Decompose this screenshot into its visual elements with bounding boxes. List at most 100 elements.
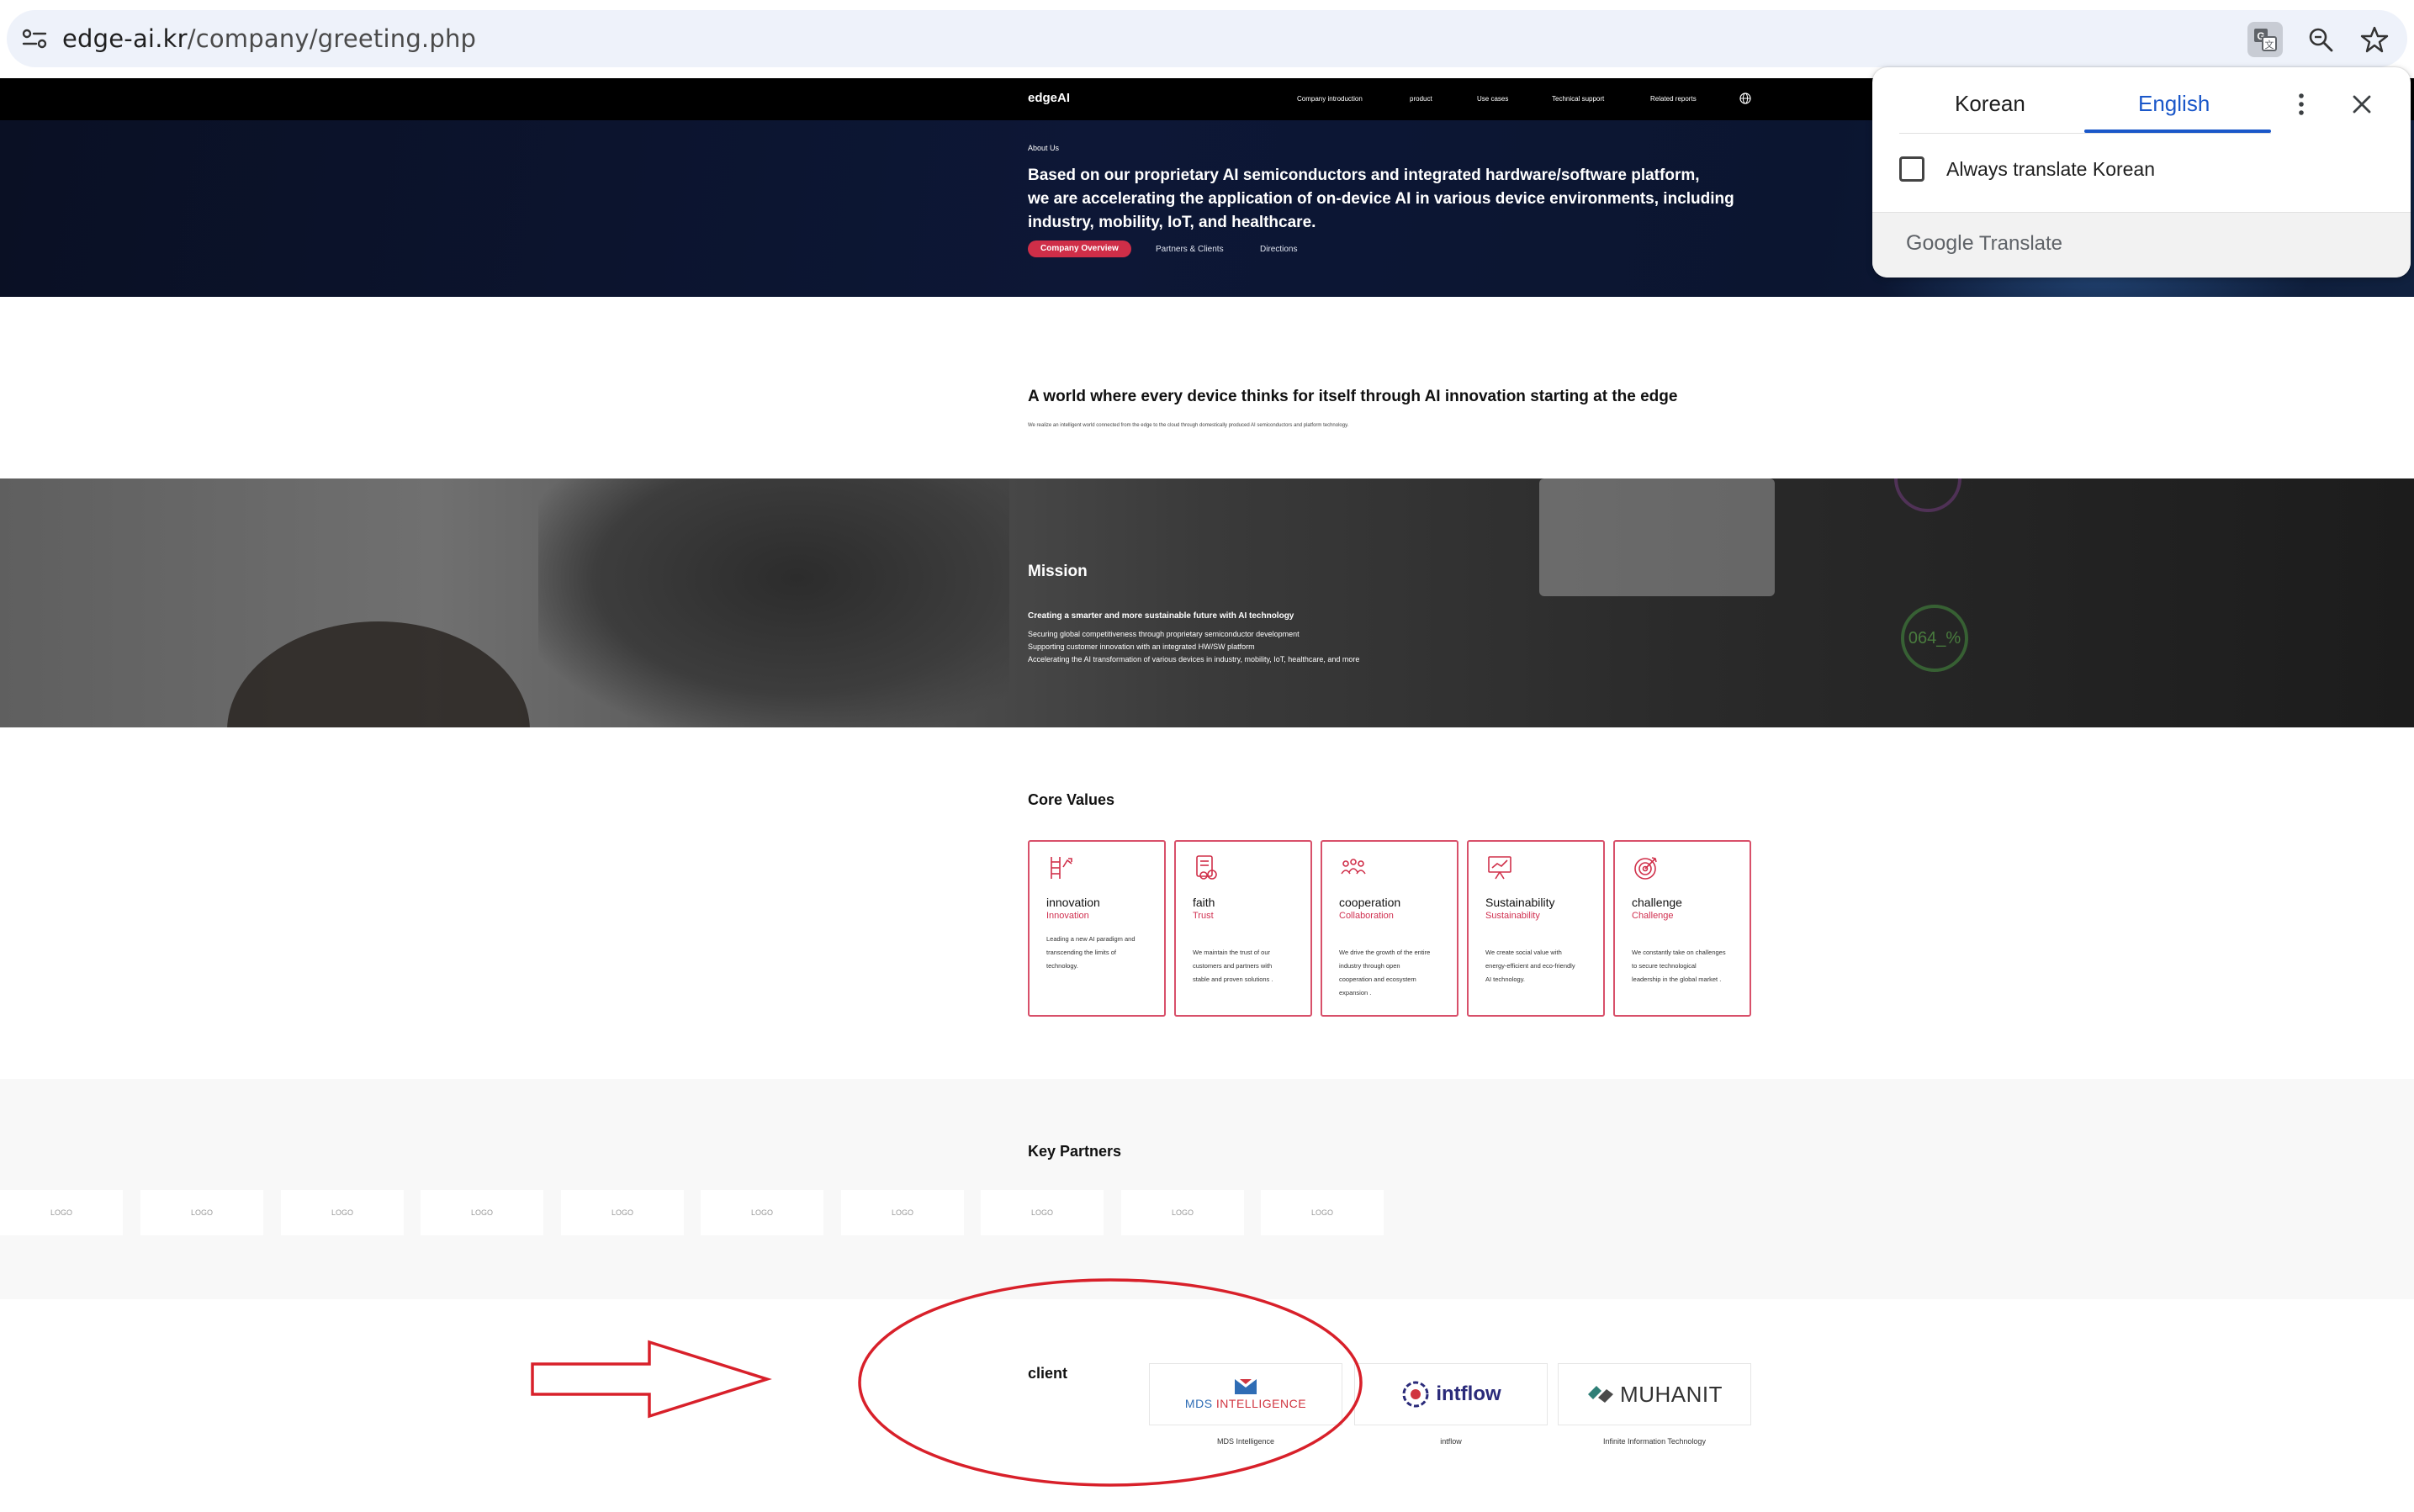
url-host: edge-ai.kr bbox=[62, 24, 188, 53]
more-options-icon[interactable] bbox=[2293, 91, 2310, 118]
partner-logo: LOGO bbox=[140, 1190, 263, 1235]
value-subname: Innovation bbox=[1046, 911, 1089, 921]
about-us-label: About Us bbox=[1028, 144, 1060, 152]
mission-line: Securing global competitiveness through … bbox=[1028, 630, 1300, 638]
partner-logo: LOGO bbox=[281, 1190, 404, 1235]
hero-line: we are accelerating the application of o… bbox=[1028, 190, 1734, 208]
value-subname: Challenge bbox=[1632, 911, 1674, 921]
value-name: innovation bbox=[1046, 896, 1100, 909]
muhanit-logo-text: MUHANIT bbox=[1620, 1381, 1723, 1407]
tab-divider bbox=[1899, 133, 2271, 134]
tune-icon[interactable] bbox=[19, 22, 52, 56]
value-description-line: industry through open bbox=[1339, 962, 1400, 970]
value-description-line: We constantly take on challenges bbox=[1632, 949, 1726, 956]
value-name: challenge bbox=[1632, 896, 1682, 909]
tab-korean[interactable]: Korean bbox=[1955, 91, 2025, 117]
translate-popup-footer: Google Translate bbox=[1872, 212, 2411, 278]
trust-document-icon bbox=[1193, 854, 1221, 882]
url-text[interactable]: edge-ai.kr/company/greeting.php bbox=[62, 24, 476, 53]
value-card-faith: faith Trust We maintain the trust of our… bbox=[1174, 840, 1312, 1017]
globe-icon[interactable] bbox=[1739, 93, 1751, 104]
mission-section: 064_% Mission Creating a smarter and mor… bbox=[0, 478, 2414, 727]
site-logo[interactable]: edgeAI bbox=[1028, 91, 1070, 105]
intflow-logo-text: intflow bbox=[1436, 1382, 1501, 1405]
value-description-line: customers and partners with bbox=[1193, 962, 1273, 970]
partner-logo: LOGO bbox=[841, 1190, 964, 1235]
google-brand-text: Google bbox=[1906, 231, 1974, 255]
value-description-line: leadership in the global market . bbox=[1632, 975, 1722, 983]
value-description-line: cooperation and ecosystem bbox=[1339, 975, 1416, 983]
background-gauge: 064_% bbox=[1901, 605, 1968, 672]
value-description-line: expansion . bbox=[1339, 989, 1372, 997]
client-caption: intflow bbox=[1440, 1437, 1462, 1446]
tab-company-overview[interactable]: Company Overview bbox=[1028, 241, 1131, 257]
value-card-innovation: innovation Innovation Leading a new AI p… bbox=[1028, 840, 1166, 1017]
nav-company-introduction[interactable]: Company introduction bbox=[1297, 95, 1363, 103]
active-tab-indicator bbox=[2084, 130, 2271, 133]
hero-line: Based on our proprietary AI semiconducto… bbox=[1028, 167, 1700, 184]
key-partners-section: Key Partners LOGO LOGO LOGO LOGO LOGO LO… bbox=[0, 1079, 2414, 1299]
value-description-line: technology. bbox=[1046, 962, 1078, 970]
partner-logo: LOGO bbox=[421, 1190, 543, 1235]
annotation-ellipse-icon bbox=[858, 1278, 1363, 1487]
partner-logo: LOGO bbox=[1121, 1190, 1244, 1235]
nav-use-cases[interactable]: Use cases bbox=[1477, 95, 1508, 103]
mission-lead: Creating a smarter and more sustainable … bbox=[1028, 611, 1294, 621]
intflow-mark-icon bbox=[1402, 1381, 1429, 1408]
value-description-line: Leading a new AI paradigm and bbox=[1046, 935, 1136, 943]
value-subname: Trust bbox=[1193, 911, 1214, 921]
value-card-sustainability: Sustainability Sustainability We create … bbox=[1467, 840, 1605, 1017]
translate-popup: Korean English Always translate Korean G… bbox=[1872, 67, 2411, 278]
nav-product[interactable]: product bbox=[1410, 95, 1432, 103]
hero-headline: Based on our proprietary AI semiconducto… bbox=[1028, 164, 1768, 235]
vision-subtitle: We realize an intelligent world connecte… bbox=[1028, 423, 1349, 428]
always-translate-checkbox[interactable] bbox=[1899, 156, 1924, 182]
nav-technical-support[interactable]: Technical support bbox=[1552, 95, 1604, 103]
tab-directions[interactable]: Directions bbox=[1260, 245, 1297, 254]
value-description: We drive the growth of the entire indust… bbox=[1339, 946, 1447, 1000]
always-translate-label[interactable]: Always translate Korean bbox=[1946, 158, 2155, 181]
value-description-line: transcending the limits of bbox=[1046, 949, 1116, 956]
annotation-arrow-icon bbox=[531, 1340, 772, 1419]
value-card-cooperation: cooperation Collaboration We drive the g… bbox=[1321, 840, 1458, 1017]
value-subname: Collaboration bbox=[1339, 911, 1394, 921]
nav-related-reports[interactable]: Related reports bbox=[1650, 95, 1697, 103]
partner-logo: LOGO bbox=[0, 1190, 123, 1235]
hero-line: industry, mobility, IoT, and healthcare. bbox=[1028, 214, 1316, 231]
translate-icon[interactable]: G 文 bbox=[2247, 22, 2283, 57]
core-values-title: Core Values bbox=[1028, 791, 1115, 808]
muhanit-mark-icon bbox=[1588, 1386, 1614, 1403]
star-icon[interactable] bbox=[2357, 22, 2392, 57]
value-description-line: to secure technological bbox=[1632, 962, 1697, 970]
mission-title: Mission bbox=[1028, 563, 1088, 580]
zoom-icon[interactable] bbox=[2303, 22, 2338, 57]
client-logo-muhanit: MUHANIT bbox=[1558, 1363, 1751, 1425]
google-translate-brand: Google Translate bbox=[1906, 231, 2062, 256]
core-values-section: Core Values innovation Innovation Leadin… bbox=[0, 727, 2414, 1079]
intflow-logo: intflow bbox=[1400, 1379, 1501, 1409]
value-card-challenge: challenge Challenge We constantly take o… bbox=[1613, 840, 1751, 1017]
value-description-line: AI technology. bbox=[1485, 975, 1525, 983]
tab-partners-clients[interactable]: Partners & Clients bbox=[1156, 245, 1224, 254]
value-description-line: stable and proven solutions . bbox=[1193, 975, 1273, 983]
value-description: We constantly take on challenges to secu… bbox=[1632, 946, 1739, 986]
tab-english[interactable]: English bbox=[2138, 91, 2210, 117]
target-icon bbox=[1632, 854, 1660, 882]
value-description-line: energy-efficient and eco-friendly bbox=[1485, 962, 1575, 970]
background-photo bbox=[538, 478, 1009, 727]
partner-logo: LOGO bbox=[701, 1190, 823, 1235]
url-path: /company/greeting.php bbox=[187, 24, 477, 53]
key-partners-title: Key Partners bbox=[1028, 1143, 1122, 1160]
close-icon[interactable] bbox=[2348, 91, 2375, 118]
value-description: We maintain the trust of our customers a… bbox=[1193, 946, 1300, 986]
ladder-icon bbox=[1046, 854, 1075, 882]
address-bar[interactable]: edge-ai.kr/company/greeting.php G 文 bbox=[7, 10, 2407, 67]
vision-title: A world where every device thinks for it… bbox=[1028, 388, 1678, 405]
value-subname: Sustainability bbox=[1485, 911, 1540, 921]
background-screen bbox=[1539, 478, 1775, 596]
client-caption: Infinite Information Technology bbox=[1603, 1437, 1706, 1446]
value-name: cooperation bbox=[1339, 896, 1401, 909]
team-icon bbox=[1339, 854, 1368, 882]
vision-section: A world where every device thinks for it… bbox=[0, 297, 2414, 478]
svg-text:文: 文 bbox=[2265, 39, 2274, 50]
